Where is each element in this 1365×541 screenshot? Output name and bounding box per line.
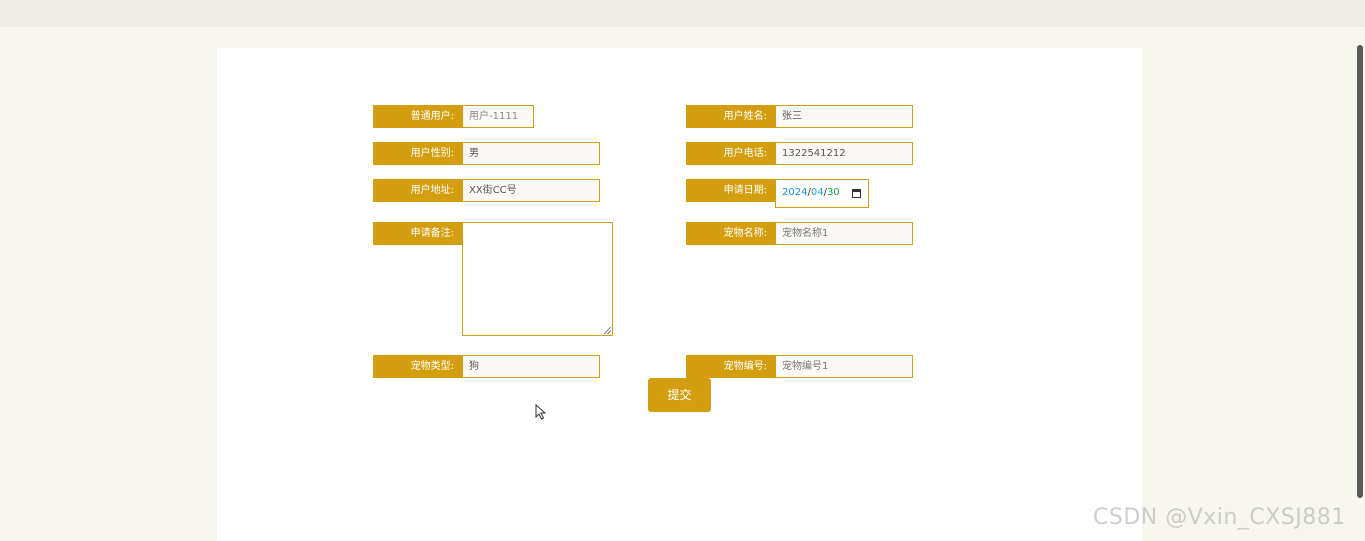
scrollbar-thumb[interactable]	[1357, 45, 1363, 498]
user-account-label: 普通用户:	[373, 105, 462, 128]
pet-type-field[interactable]: 狗	[462, 355, 600, 378]
page-scrollbar[interactable]	[1355, 45, 1365, 498]
pet-number-label: 宠物编号:	[686, 355, 775, 378]
submit-button[interactable]: 提交	[648, 378, 711, 412]
apply-remark-textarea[interactable]	[462, 222, 613, 336]
user-phone-field[interactable]: 1322541212	[775, 142, 913, 165]
user-name-label: 用户姓名:	[686, 105, 775, 128]
user-account-field[interactable]: 用户-1111	[462, 105, 534, 128]
apply-date-day[interactable]: 30	[827, 187, 840, 198]
apply-remark-label: 申请备注:	[373, 222, 462, 245]
pet-name-field[interactable]: 宠物名称1	[775, 222, 913, 245]
user-phone-label: 用户电话:	[686, 142, 775, 165]
user-name-field[interactable]: 张三	[775, 105, 913, 128]
form-panel	[217, 48, 1142, 541]
pet-number-field[interactable]: 宠物编号1	[775, 355, 913, 378]
watermark: CSDN @Vxin_CXSJ881	[1093, 505, 1346, 530]
user-gender-label: 用户性别:	[373, 142, 462, 165]
calendar-icon[interactable]	[852, 189, 861, 198]
user-address-label: 用户地址:	[373, 179, 462, 202]
resize-handle-icon[interactable]	[604, 327, 611, 334]
top-bar	[0, 0, 1365, 27]
apply-date-label: 申请日期:	[686, 179, 775, 202]
mouse-cursor-icon	[535, 404, 547, 420]
user-gender-field[interactable]: 男	[462, 142, 600, 165]
apply-date-month[interactable]: 04	[811, 187, 824, 198]
user-address-field[interactable]: XX街CC号	[462, 179, 600, 202]
apply-date-year[interactable]: 2024	[782, 187, 807, 198]
apply-date-field[interactable]: 2024/04/30	[775, 179, 869, 208]
pet-type-label: 宠物类型:	[373, 355, 462, 378]
pet-name-label: 宠物名称:	[686, 222, 775, 245]
